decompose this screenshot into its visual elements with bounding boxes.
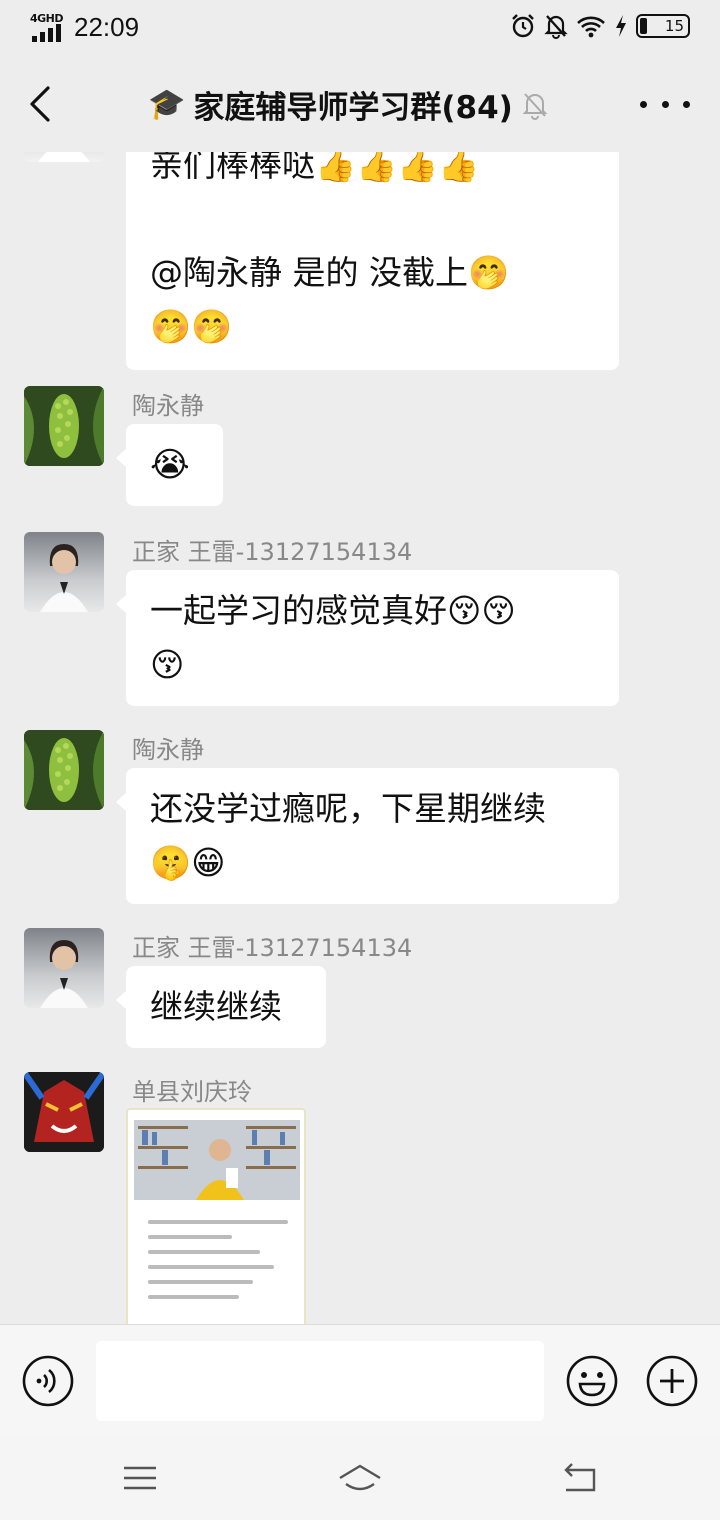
muted-bell-icon [522, 92, 548, 120]
message-input[interactable] [96, 1341, 544, 1421]
message-line: @陶永静 是的 没截上🤭 [150, 253, 510, 292]
sender-name: 单县刘庆玲 [132, 1078, 252, 1106]
sender-name: 正家 王雷-13127154134 [132, 538, 413, 566]
emoji-icon[interactable] [566, 1355, 618, 1407]
message-line: 亲们棒棒哒👍👍👍👍 [150, 152, 480, 184]
charging-icon [616, 15, 626, 37]
battery-icon: 15 [636, 14, 690, 38]
message-bubble[interactable]: 😭 [116, 424, 223, 506]
message-bubble[interactable]: 还没学过瘾呢，下星期继续 🤫😁 [116, 768, 619, 904]
alarm-icon [512, 14, 534, 38]
message-text: 继续继续 [150, 987, 282, 1026]
avatar[interactable] [24, 730, 104, 810]
message-bubble[interactable]: 亲们棒棒哒👍👍👍👍 @陶永静 是的 没截上🤭 🤭🤭 [126, 152, 619, 370]
message-bubble[interactable]: 继续继续 [116, 966, 326, 1048]
group-name: 家庭辅导师学习群(84) [193, 90, 513, 126]
chat-screen: 4GHD 22:09 15 🎓 家庭辅导师学习群(84) 亲们棒棒哒👍👍👍👍 @… [0, 0, 720, 1520]
message-line: 🤫😁 [150, 843, 226, 882]
clock: 22:09 [74, 12, 140, 42]
message-line: 一起学习的感觉真好😚😚 [150, 591, 516, 630]
message-bubble[interactable]: 一起学习的感觉真好😚😚 😚 [116, 570, 619, 706]
sender-name: 正家 王雷-13127154134 [132, 934, 413, 962]
avatar[interactable] [24, 1072, 104, 1152]
menu-icon[interactable] [120, 1458, 160, 1498]
silent-icon [544, 15, 568, 39]
sender-name: 陶永静 [132, 736, 204, 764]
message-line: 😚 [150, 645, 185, 684]
battery-level: 15 [664, 17, 684, 35]
home-icon[interactable] [336, 1458, 384, 1498]
plus-icon[interactable] [646, 1355, 698, 1407]
sender-name: 陶永静 [132, 392, 204, 420]
graduation-cap-icon: 🎓 [148, 87, 186, 122]
system-nav-bar [0, 1436, 720, 1520]
chat-title[interactable]: 🎓 家庭辅导师学习群(84) [148, 82, 549, 127]
book-quote-image[interactable] [126, 1108, 306, 1324]
message-line: 还没学过瘾呢，下星期继续 [150, 789, 546, 828]
voice-icon[interactable] [22, 1355, 74, 1407]
input-bar [0, 1324, 720, 1436]
avatar[interactable] [24, 386, 104, 466]
quote-text-lines [148, 1220, 288, 1310]
avatar[interactable] [24, 532, 104, 612]
message-line: 🤭🤭 [150, 307, 233, 346]
wifi-icon [577, 16, 605, 38]
status-bar: 4GHD 22:09 15 [0, 0, 720, 56]
avatar[interactable] [24, 928, 104, 1008]
avatar[interactable] [24, 152, 104, 162]
message-text: 😭 [150, 445, 190, 485]
back-arrow-icon[interactable] [20, 78, 64, 130]
chat-header: 🎓 家庭辅导师学习群(84) [0, 56, 720, 152]
video-thumbnail [134, 1120, 300, 1200]
signal-icon: 4GHD [30, 12, 70, 42]
more-icon[interactable] [640, 86, 690, 122]
back-icon[interactable] [560, 1458, 600, 1498]
message-list[interactable]: 亲们棒棒哒👍👍👍👍 @陶永静 是的 没截上🤭 🤭🤭 陶永静 😭 正家 王雷-13… [0, 152, 720, 1324]
